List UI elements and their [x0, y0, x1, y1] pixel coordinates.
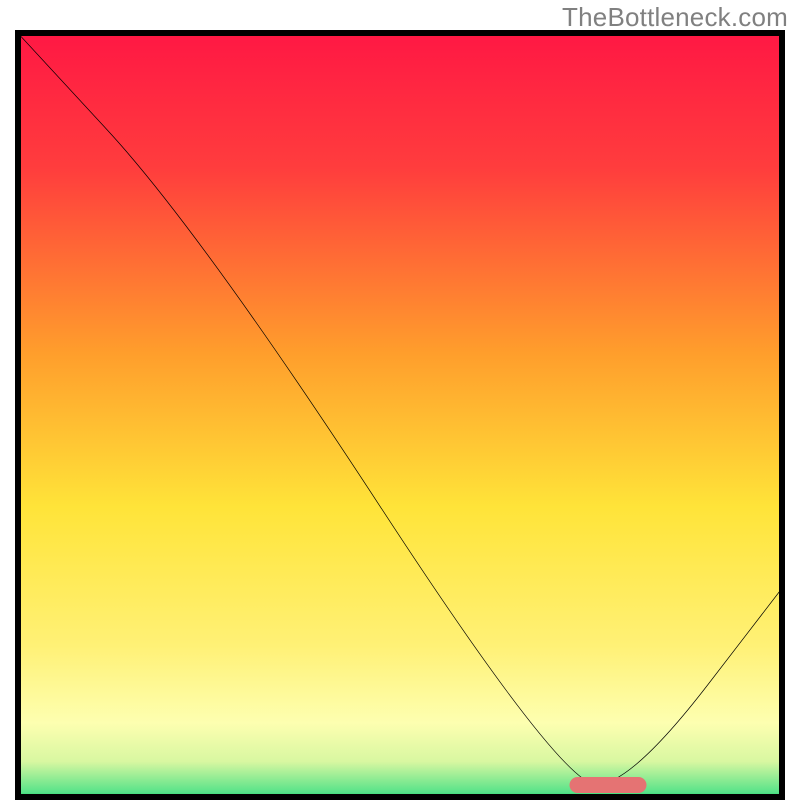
- chart-minimum-marker: [569, 777, 646, 793]
- chart-frame: [15, 30, 785, 800]
- watermark-text: TheBottleneck.com: [562, 2, 788, 33]
- chart-background-gradient: [15, 30, 785, 800]
